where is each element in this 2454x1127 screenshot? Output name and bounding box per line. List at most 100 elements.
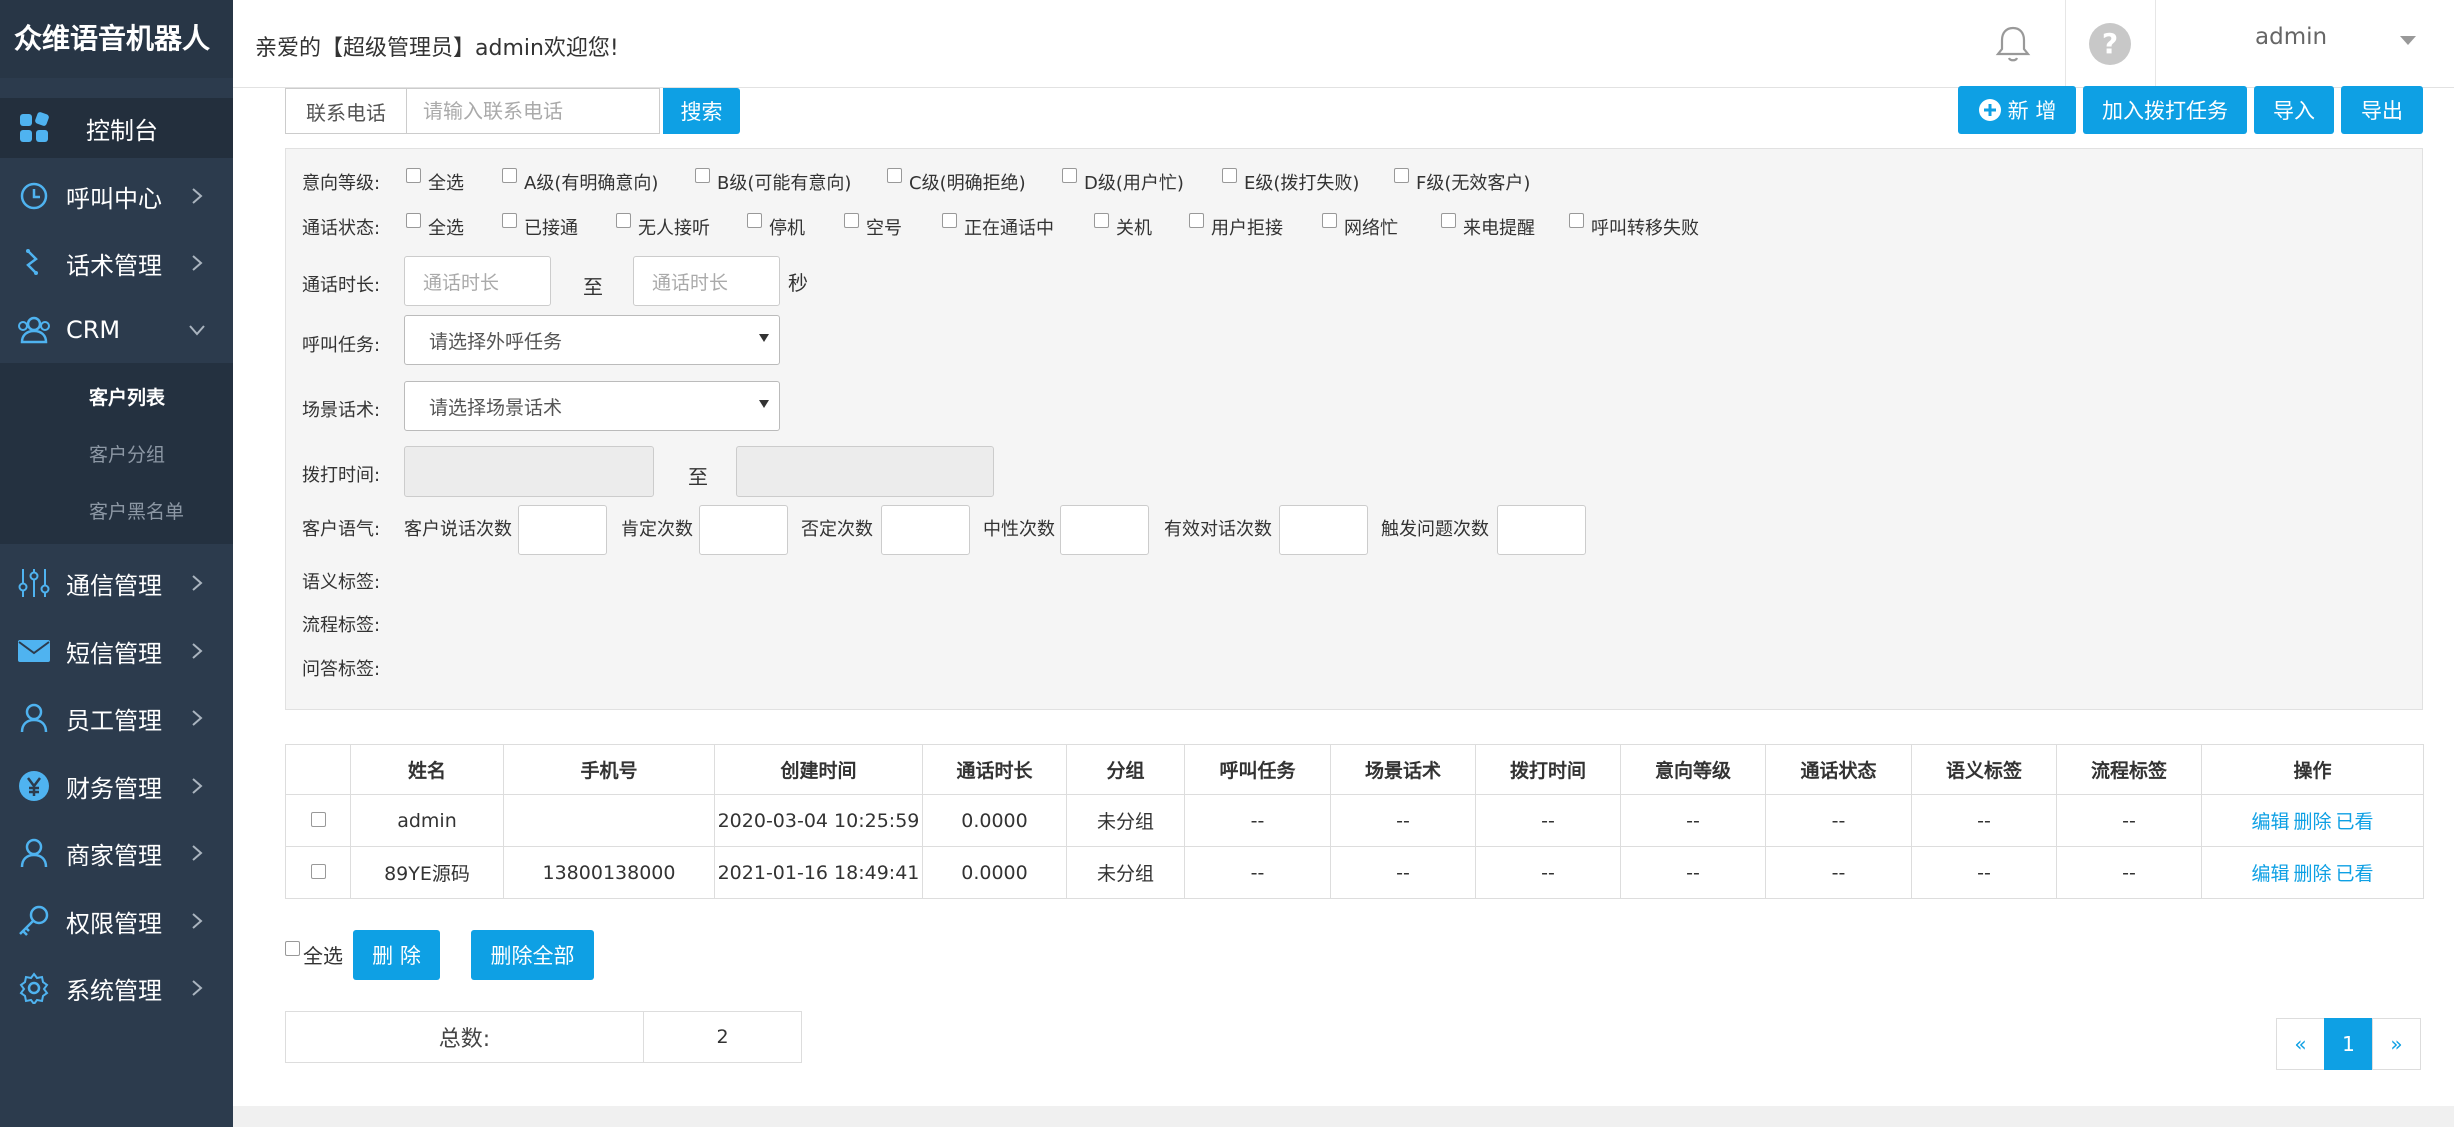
sidebar-subitem-customer-list[interactable]: 客户列表: [89, 383, 165, 410]
table-cell: --: [1765, 794, 1912, 847]
status-checkbox[interactable]: [844, 213, 859, 228]
scene-label: 场景话术:: [302, 400, 381, 421]
task-select[interactable]: 请选择外呼任务: [404, 315, 780, 365]
phone-input[interactable]: [407, 88, 660, 134]
sidebar-item-system[interactable]: 系统管理: [0, 958, 233, 1018]
status-option-label: 全选: [428, 218, 464, 239]
sidebar-item-communication[interactable]: 通信管理: [0, 553, 233, 613]
intent-checkbox[interactable]: [1394, 168, 1409, 183]
qa-label: 问答标签:: [302, 659, 381, 680]
table-cell: --: [1184, 846, 1331, 899]
sidebar-item-label: 话术管理: [66, 251, 162, 280]
duration-min-input[interactable]: 通话时长: [404, 256, 551, 306]
add-to-task-button[interactable]: 加入拨打任务: [2083, 86, 2247, 134]
sidebar-item-crm[interactable]: CRM: [0, 300, 233, 360]
intent-option-label: F级(无效客户): [1416, 173, 1531, 194]
table-cell: --: [1184, 794, 1331, 847]
export-button[interactable]: 导出: [2341, 86, 2423, 134]
table-cell: --: [2056, 794, 2202, 847]
help-icon[interactable]: ?: [2088, 22, 2132, 71]
sidebar-item-finance[interactable]: 财务管理: [0, 756, 233, 816]
chevron-right-icon: [192, 778, 203, 794]
status-checkbox[interactable]: [616, 213, 631, 228]
status-checkbox[interactable]: [1569, 213, 1584, 228]
column-header: 语义标签: [1911, 744, 2057, 795]
status-option-label: 关机: [1116, 218, 1152, 239]
tone-field-input[interactable]: [881, 505, 970, 555]
intent-checkbox[interactable]: [695, 168, 710, 183]
delete-all-button[interactable]: 删除全部: [471, 930, 594, 980]
column-header: 分组: [1066, 744, 1185, 795]
dashboard-icon: [16, 110, 52, 146]
dial-time-start[interactable]: [404, 446, 654, 497]
merchant-icon: [16, 835, 52, 871]
intent-option-label: A级(有明确意向): [524, 173, 659, 194]
status-checkbox[interactable]: [1094, 213, 1109, 228]
table-cell: --: [1620, 794, 1766, 847]
dial-time-end[interactable]: [736, 446, 994, 497]
select-all-checkbox[interactable]: [285, 941, 300, 956]
status-checkbox[interactable]: [502, 213, 517, 228]
table-cell: 13800138000: [503, 846, 715, 899]
sidebar-item-call-center[interactable]: 呼叫中心: [0, 166, 233, 226]
viewed-link[interactable]: 已看: [2336, 863, 2374, 885]
tone-field-label: 客户说话次数: [404, 519, 512, 540]
sidebar-item-label: 员工管理: [66, 706, 162, 735]
total-label: 总数:: [286, 1012, 644, 1062]
table-cell: 0.0000: [922, 794, 1067, 847]
intent-checkbox[interactable]: [887, 168, 902, 183]
duration-max-input[interactable]: 通话时长: [633, 256, 780, 306]
delete-link[interactable]: 删除: [2293, 811, 2331, 833]
sidebar-item-merchant[interactable]: 商家管理: [0, 823, 233, 883]
intent-checkbox[interactable]: [1222, 168, 1237, 183]
sidebar-item-sms[interactable]: 短信管理: [0, 621, 233, 681]
status-checkbox[interactable]: [1322, 213, 1337, 228]
intent-checkbox[interactable]: [406, 168, 421, 183]
next-page-button[interactable]: »: [2372, 1018, 2421, 1070]
add-button[interactable]: 新 增: [1958, 86, 2076, 134]
semantic-label: 语义标签:: [302, 572, 381, 593]
row-checkbox[interactable]: [310, 811, 326, 827]
status-checkbox[interactable]: [406, 213, 421, 228]
table-cell: 未分组: [1066, 846, 1185, 899]
svg-text:?: ?: [2102, 27, 2118, 60]
plus-circle-icon: [1978, 99, 2001, 121]
intent-checkbox[interactable]: [502, 168, 517, 183]
sidebar-item-dashboard[interactable]: 控制台: [0, 98, 233, 158]
sidebar-subitem-customer-group[interactable]: 客户分组: [89, 440, 165, 467]
status-checkbox[interactable]: [1441, 213, 1456, 228]
status-checkbox[interactable]: [747, 213, 762, 228]
scene-select[interactable]: 请选择场景话术: [404, 381, 780, 431]
import-button[interactable]: 导入: [2254, 86, 2334, 134]
sidebar-item-staff[interactable]: 员工管理: [0, 688, 233, 748]
user-menu[interactable]: admin: [2255, 24, 2327, 50]
tone-field-input[interactable]: [1060, 505, 1149, 555]
chevron-right-icon: [192, 255, 203, 271]
edit-link[interactable]: 编辑: [2251, 863, 2289, 885]
tone-field-input[interactable]: [518, 505, 607, 555]
tone-field-input[interactable]: [1497, 505, 1586, 555]
status-checkbox[interactable]: [942, 213, 957, 228]
sidebar-subitem-blacklist[interactable]: 客户黑名单: [89, 497, 184, 524]
sidebar-item-permission[interactable]: 权限管理: [0, 891, 233, 951]
table-row: 89YE源码 13800138000 2021-01-16 18:49:41 0.00…: [285, 846, 2424, 899]
row-checkbox[interactable]: [310, 863, 326, 879]
task-select-value: 请选择外呼任务: [429, 330, 563, 353]
tone-field-input[interactable]: [1279, 505, 1368, 555]
bell-icon[interactable]: [1995, 24, 2031, 69]
viewed-link[interactable]: 已看: [2336, 811, 2374, 833]
intent-checkbox[interactable]: [1062, 168, 1077, 183]
prev-page-button[interactable]: «: [2276, 1018, 2325, 1070]
edit-link[interactable]: 编辑: [2251, 811, 2289, 833]
page-button[interactable]: 1: [2324, 1018, 2373, 1070]
delete-button[interactable]: 删 除: [353, 930, 440, 980]
delete-link[interactable]: 删除: [2293, 863, 2331, 885]
person-icon: [16, 700, 52, 736]
caret-down-icon[interactable]: [2398, 33, 2418, 47]
search-button[interactable]: 搜索: [663, 88, 740, 134]
chevron-right-icon: [192, 710, 203, 726]
tone-field-input[interactable]: [699, 505, 788, 555]
status-checkbox[interactable]: [1189, 213, 1204, 228]
table-header-row: 姓名 手机号 创建时间 通话时长 分组 呼叫任务 场景话术 拨打时间 意向等级 …: [285, 744, 2424, 795]
sidebar-item-script[interactable]: 话术管理: [0, 233, 233, 293]
